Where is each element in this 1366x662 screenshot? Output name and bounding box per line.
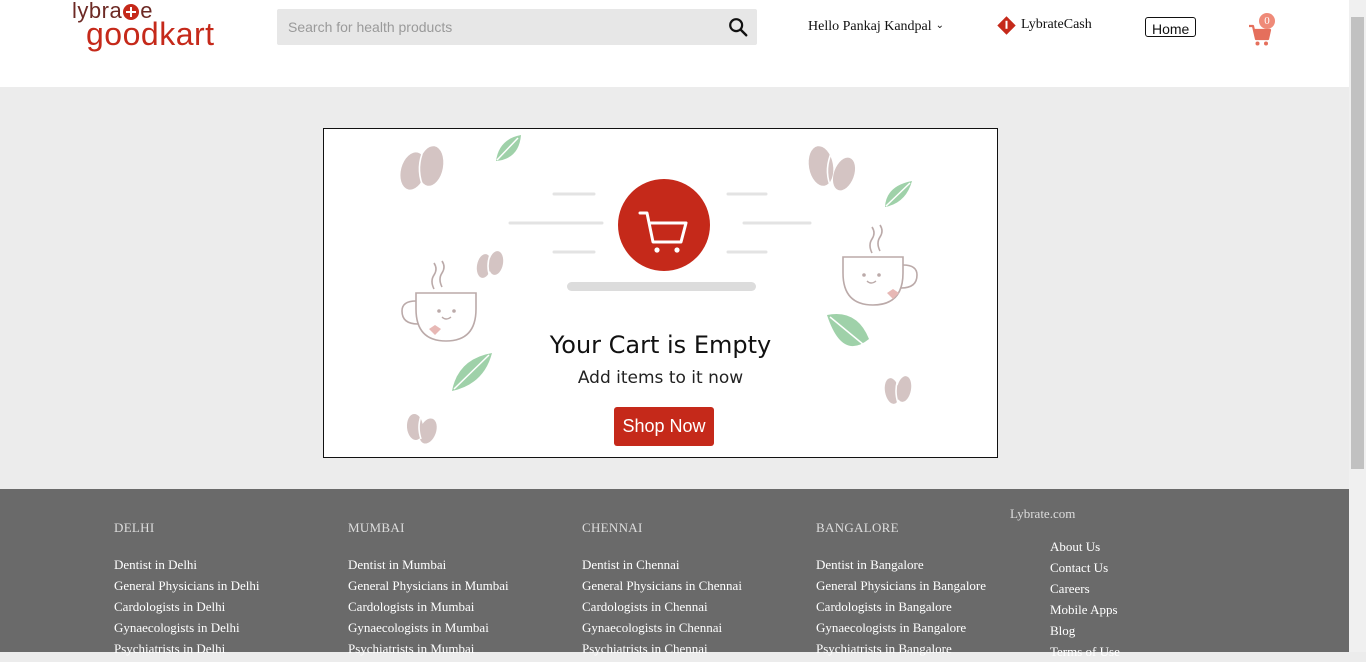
goodkart-logo[interactable]: lybra e goodkart (72, 0, 232, 54)
site-header: lybrae goodkart Hello Pankaj Kandpal⌄ Ly… (0, 0, 1349, 87)
search-bar (277, 9, 757, 45)
footer-link[interactable]: General Physicians in Chennai (582, 575, 742, 596)
user-greeting: Hello Pankaj Kandpal (808, 19, 932, 34)
scrollbar-thumb[interactable] (1351, 17, 1364, 469)
footer-col-lybrate: About Us Contact Us Careers Mobile Apps … (1050, 536, 1120, 662)
footer-lybrate-heading[interactable]: Lybrate.com (1010, 506, 1075, 522)
footer-link-contact[interactable]: Contact Us (1050, 557, 1120, 578)
footer-link[interactable]: Psychiatrists in Mumbai (348, 638, 509, 659)
cart-count-badge: 0 (1259, 13, 1275, 29)
footer-link[interactable]: Gynaecologists in Chennai (582, 617, 742, 638)
chevron-down-icon: ⌄ (935, 20, 945, 31)
vertical-scrollbar[interactable] (1349, 0, 1366, 652)
footer-link[interactable]: Cardologists in Mumbai (348, 596, 509, 617)
site-footer: DELHI Dentist in Delhi General Physician… (0, 489, 1349, 659)
footer-link[interactable]: General Physicians in Mumbai (348, 575, 509, 596)
footer-link[interactable]: General Physicians in Bangalore (816, 575, 986, 596)
footer-col-delhi: DELHI Dentist in Delhi General Physician… (114, 520, 260, 659)
footer-link-about[interactable]: About Us (1050, 536, 1120, 557)
lybrate-cash-label: LybrateCash (1021, 17, 1092, 32)
footer-col-heading: DELHI (114, 520, 155, 535)
footer-link[interactable]: Dentist in Bangalore (816, 554, 986, 575)
search-input[interactable] (277, 9, 717, 45)
footer-link-blog[interactable]: Blog (1050, 620, 1120, 641)
footer-link[interactable]: Gynaecologists in Delhi (114, 617, 260, 638)
user-menu[interactable]: Hello Pankaj Kandpal ⌄ (808, 19, 944, 35)
logo-text-bottom: goodkart (86, 16, 215, 52)
footer-link[interactable]: Psychiatrists in Bangalore (816, 638, 986, 659)
footer-col-bangalore: BANGALORE Dentist in Bangalore General P… (816, 520, 986, 659)
footer-link[interactable]: Cardologists in Delhi (114, 596, 260, 617)
footer-col-heading: MUMBAI (348, 520, 405, 535)
footer-col-chennai: CHENNAI Dentist in Chennai General Physi… (582, 520, 742, 659)
footer-link[interactable]: Gynaecologists in Mumbai (348, 617, 509, 638)
footer-link-careers[interactable]: Careers (1050, 578, 1120, 599)
search-icon[interactable] (727, 16, 749, 38)
footer-link[interactable]: General Physicians in Delhi (114, 575, 260, 596)
lybrate-cash-link[interactable]: LybrateCash (997, 15, 1092, 35)
footer-col-heading: BANGALORE (816, 520, 899, 535)
footer-col-heading: CHENNAI (582, 520, 643, 535)
footer-link[interactable]: Cardologists in Bangalore (816, 596, 986, 617)
footer-link[interactable]: Gynaecologists in Bangalore (816, 617, 986, 638)
footer-link[interactable]: Dentist in Delhi (114, 554, 260, 575)
footer-link[interactable]: Psychiatrists in Chennai (582, 638, 742, 659)
home-button[interactable]: Home (1145, 17, 1196, 37)
empty-cart-title: Your Cart is Empty (549, 331, 772, 359)
footer-link[interactable]: Psychiatrists in Delhi (114, 638, 260, 659)
footer-link[interactable]: Dentist in Chennai (582, 554, 742, 575)
cart-circle-icon (618, 179, 710, 271)
footer-col-mumbai: MUMBAI Dentist in Mumbai General Physici… (348, 520, 509, 659)
shop-now-button[interactable]: Shop Now (614, 407, 714, 446)
footer-link[interactable]: Cardologists in Chennai (582, 596, 742, 617)
lybrate-cash-icon (997, 15, 1016, 35)
empty-cart-card: Your Cart is Empty Add items to it now S… (323, 128, 998, 458)
footer-link[interactable]: Dentist in Mumbai (348, 554, 509, 575)
footer-link-mobile-apps[interactable]: Mobile Apps (1050, 599, 1120, 620)
empty-cart-subtitle: Add items to it now (577, 368, 744, 388)
